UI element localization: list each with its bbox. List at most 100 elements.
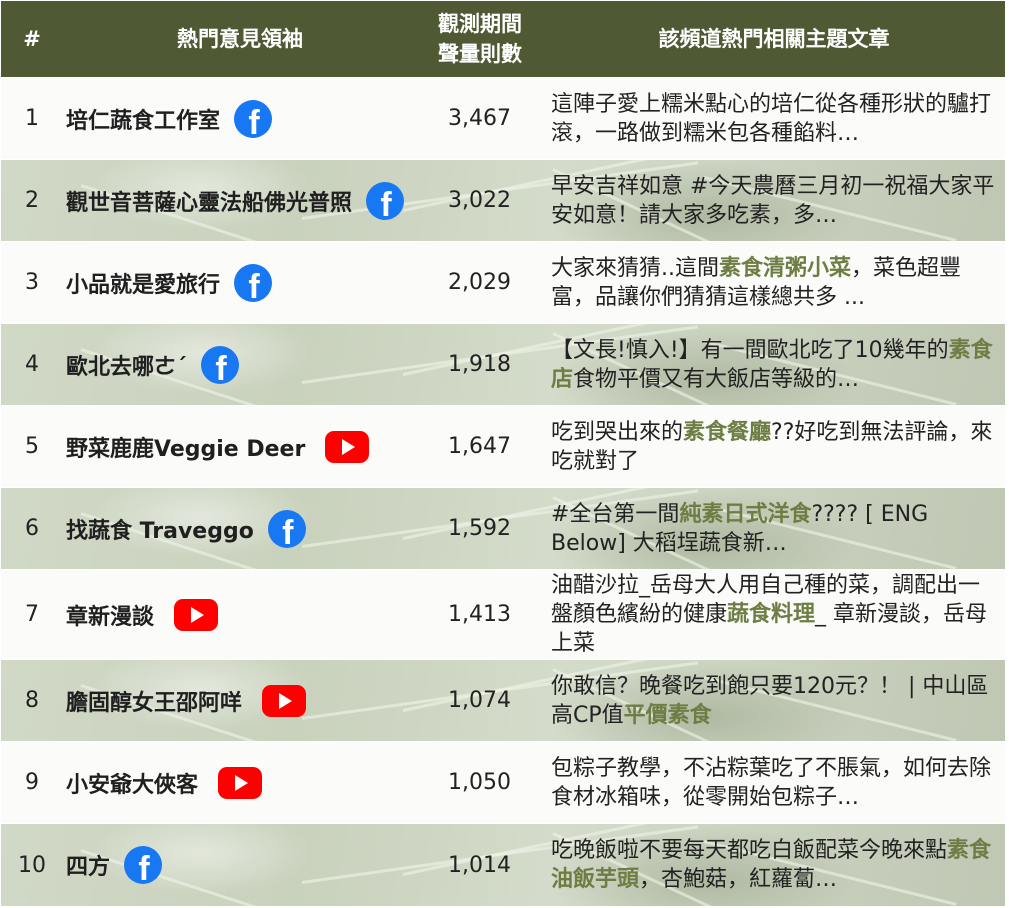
table-row: 6 找蔬食 Traveggo f 1,592 #全台第一間純素日式洋食???? [ EN… (1, 488, 1005, 569)
facebook-icon: f (267, 509, 306, 548)
article-snippet: 你敢信？晚餐吃到飽只要120元？！ | 中山區高CP值平價素食 (551, 672, 997, 730)
rank-number: 3 (25, 270, 39, 295)
facebook-icon: f (201, 345, 240, 384)
rank-number: 9 (25, 770, 39, 795)
article-text: #全台第一間 (551, 501, 680, 527)
volume-count: 1,014 (448, 852, 511, 878)
table-row: 7 章新漫談 1,413 油醋沙拉_岳母大人用自己種的菜，調配出一盤顏色繽紛的健康蔬食… (1, 570, 1005, 659)
article-cell: 你敢信？晚餐吃到飽只要120元？！ | 中山區高CP值平價素食 (551, 660, 997, 741)
article-text: 早安吉祥如意 #今天農曆三月初一祝福大家平安如意！請大家多吃素，多… (551, 173, 995, 228)
kol-cell: 膽固醇女王邵阿咩 (63, 660, 417, 741)
kol-name: 膽固醇女王邵阿咩 (66, 690, 243, 716)
table-row: 8 膽固醇女王邵阿咩 1,074 你敢信？晚餐吃到飽只要120元？！ | 中山區高C… (1, 660, 1005, 741)
kol-cell: 四方 f (63, 824, 417, 906)
rank-number: 5 (25, 434, 39, 459)
article-cell: 油醋沙拉_岳母大人用自己種的菜，調配出一盤顏色繽紛的健康蔬食料理_ 章新漫談，岳… (551, 570, 997, 659)
table-row: 1 培仁蔬食工作室 f 3,467 這陣子愛上糯米點心的培仁從各種形狀的驢打滾，一路做到… (1, 78, 1005, 159)
volume-count: 1,074 (448, 688, 511, 713)
header-article: 該頻道熱門相關主題文章 (658, 27, 890, 51)
article-text: 【文長!慎入!】有一間歐北吃了10幾年的 (551, 337, 949, 363)
kol-name: 野菜鹿鹿Veggie Deer (66, 436, 306, 462)
kol-name: 小品就是愛旅行 (66, 272, 221, 298)
article-cell: 這陣子愛上糯米點心的培仁從各種形狀的驢打滾，一路做到糯米包各種餡料… (551, 78, 997, 159)
article-text: 食物平價又有大飯店等級的… (573, 366, 860, 392)
header-volume-line1: 觀測期間 (438, 12, 522, 36)
article-text: 大家來猜猜..這間 (551, 255, 719, 281)
rank-number: 2 (25, 188, 39, 213)
kol-cell: 野菜鹿鹿Veggie Deer (63, 406, 417, 487)
highlighted-keyword: 純素日式洋食 (679, 501, 812, 527)
header-volume: 觀測期間 聲量則數 (417, 1, 543, 77)
article-cell: #全台第一間純素日式洋食???? [ ENG Below] 大稻埕蔬食新… (551, 488, 997, 569)
volume-count: 3,467 (448, 106, 511, 131)
rank-number: 1 (25, 106, 39, 131)
highlighted-keyword: 素食清粥小菜 (719, 255, 852, 281)
highlighted-keyword: 蔬食料理 (727, 602, 816, 627)
volume-count: 2,029 (448, 270, 511, 295)
youtube-icon (174, 598, 219, 631)
article-snippet: 大家來猜猜..這間素食清粥小菜，菜色超豐富，品讓你們猜猜這樣總共多 ... (551, 254, 997, 312)
kol-name: 觀世音菩薩心靈法船佛光普照 (66, 190, 353, 216)
table-row: 5 野菜鹿鹿Veggie Deer 1,647 吃到哭出來的素食餐廳??好吃到無法評… (1, 406, 1005, 487)
article-cell: 【文長!慎入!】有一間歐北吃了10幾年的素食店食物平價又有大飯店等級的… (551, 324, 997, 405)
rank-number: 7 (25, 602, 39, 627)
facebook-icon: f (366, 181, 405, 220)
highlighted-keyword: 平價素食 (623, 702, 712, 728)
article-snippet: 油醋沙拉_岳母大人用自己種的菜，調配出一盤顏色繽紛的健康蔬食料理_ 章新漫談，岳… (551, 571, 997, 658)
table-row: 2 觀世音菩薩心靈法船佛光普照 f 3,022 早安吉祥如意 #今天農曆三月初一祝福大家… (1, 160, 1005, 241)
volume-count: 1,918 (448, 352, 511, 377)
article-cell: 吃到哭出來的素食餐廳??好吃到無法評論，來吃就對了 (551, 406, 997, 487)
kol-name: 培仁蔬食工作室 (66, 108, 221, 134)
article-text: 你敢信？晚餐吃到飽只要120元？！ | 中山區高CP值 (551, 673, 989, 728)
article-text: 吃到哭出來的 (551, 419, 684, 445)
article-snippet: 包粽子教學，不沾粽葉吃了不脹氣，如何去除食材冰箱味，從零開始包粽子… (551, 754, 997, 812)
kol-cell: 找蔬食 Traveggo f (63, 488, 417, 569)
article-snippet: #全台第一間純素日式洋食???? [ ENG Below] 大稻埕蔬食新… (551, 500, 997, 558)
volume-count: 1,592 (448, 516, 511, 541)
kol-cell: 小品就是愛旅行 f (63, 242, 417, 323)
kol-name: 小安爺大俠客 (66, 772, 199, 798)
header-volume-line2: 聲量則數 (438, 42, 522, 66)
kol-cell: 章新漫談 (63, 570, 417, 659)
article-snippet: 早安吉祥如意 #今天農曆三月初一祝福大家平安如意！請大家多吃素，多… (551, 172, 997, 230)
article-text: 吃晚飯啦不要每天都吃白飯配菜今晚來點 (551, 838, 948, 863)
article-cell: 吃晚飯啦不要每天都吃白飯配菜今晚來點素食油飯芋頭，杏鮑菇，紅蘿蔔… (551, 824, 997, 906)
table-row: 3 小品就是愛旅行 f 2,029 大家來猜猜..這間素食清粥小菜，菜色超豐富，品讓你們… (1, 242, 1005, 323)
article-cell: 大家來猜猜..這間素食清粥小菜，菜色超豐富，品讓你們猜猜這樣總共多 ... (551, 242, 997, 323)
header-kol: 熱門意見領袖 (177, 27, 303, 51)
kol-cell: 培仁蔬食工作室 f (63, 78, 417, 159)
kol-cell: 歐北去哪ㄜˊ f (63, 324, 417, 405)
facebook-icon: f (234, 263, 273, 302)
kol-name: 四方 (66, 855, 111, 880)
volume-count: 3,022 (448, 188, 511, 213)
table-row: 4 歐北去哪ㄜˊ f 1,918 【文長!慎入!】有一間歐北吃了10幾年的素食店食物平價… (1, 324, 1005, 405)
kol-cell: 小安爺大俠客 (63, 742, 417, 823)
highlighted-keyword: 素食餐廳 (683, 419, 772, 445)
article-cell: 早安吉祥如意 #今天農曆三月初一祝福大家平安如意！請大家多吃素，多… (551, 160, 997, 241)
table-row: 9 小安爺大俠客 1,050 包粽子教學，不沾粽葉吃了不脹氣，如何去除食材冰箱味，從零… (1, 742, 1005, 823)
volume-count: 1,413 (448, 602, 511, 627)
header-rank: # (23, 27, 41, 51)
kol-name: 章新漫談 (66, 604, 155, 630)
article-snippet: 【文長!慎入!】有一間歐北吃了10幾年的素食店食物平價又有大飯店等級的… (551, 336, 997, 394)
volume-count: 1,647 (448, 434, 511, 459)
facebook-icon: f (124, 846, 163, 884)
rank-number: 8 (25, 688, 39, 713)
article-text: ，杏鮑菇，紅蘿蔔… (639, 867, 838, 892)
kol-name: 找蔬食 Traveggo (66, 518, 254, 544)
article-text: 這陣子愛上糯米點心的培仁從各種形狀的驢打滾，一路做到糯米包各種餡料… (551, 91, 992, 146)
youtube-icon (218, 766, 263, 799)
article-snippet: 這陣子愛上糯米點心的培仁從各種形狀的驢打滾，一路做到糯米包各種餡料… (551, 90, 997, 148)
youtube-icon (262, 684, 307, 717)
kol-name: 歐北去哪ㄜˊ (66, 354, 188, 380)
kol-cell: 觀世音菩薩心靈法船佛光普照 f (63, 160, 417, 241)
article-cell: 包粽子教學，不沾粽葉吃了不脹氣，如何去除食材冰箱味，從零開始包粽子… (551, 742, 997, 823)
article-text: 包粽子教學，不沾粽葉吃了不脹氣，如何去除食材冰箱味，從零開始包粽子… (551, 755, 992, 810)
facebook-icon: f (234, 99, 273, 138)
rank-number: 6 (25, 516, 39, 541)
article-snippet: 吃晚飯啦不要每天都吃白飯配菜今晚來點素食油飯芋頭，杏鮑菇，紅蘿蔔… (551, 836, 997, 894)
rank-number: 10 (18, 852, 46, 878)
table-row: 10 四方 f 1,014 吃晚飯啦不要每天都吃白飯配菜今晚來點素食油飯芋頭，杏鮑菇，紅… (1, 824, 1005, 906)
volume-count: 1,050 (448, 770, 511, 795)
rank-number: 4 (25, 352, 39, 377)
